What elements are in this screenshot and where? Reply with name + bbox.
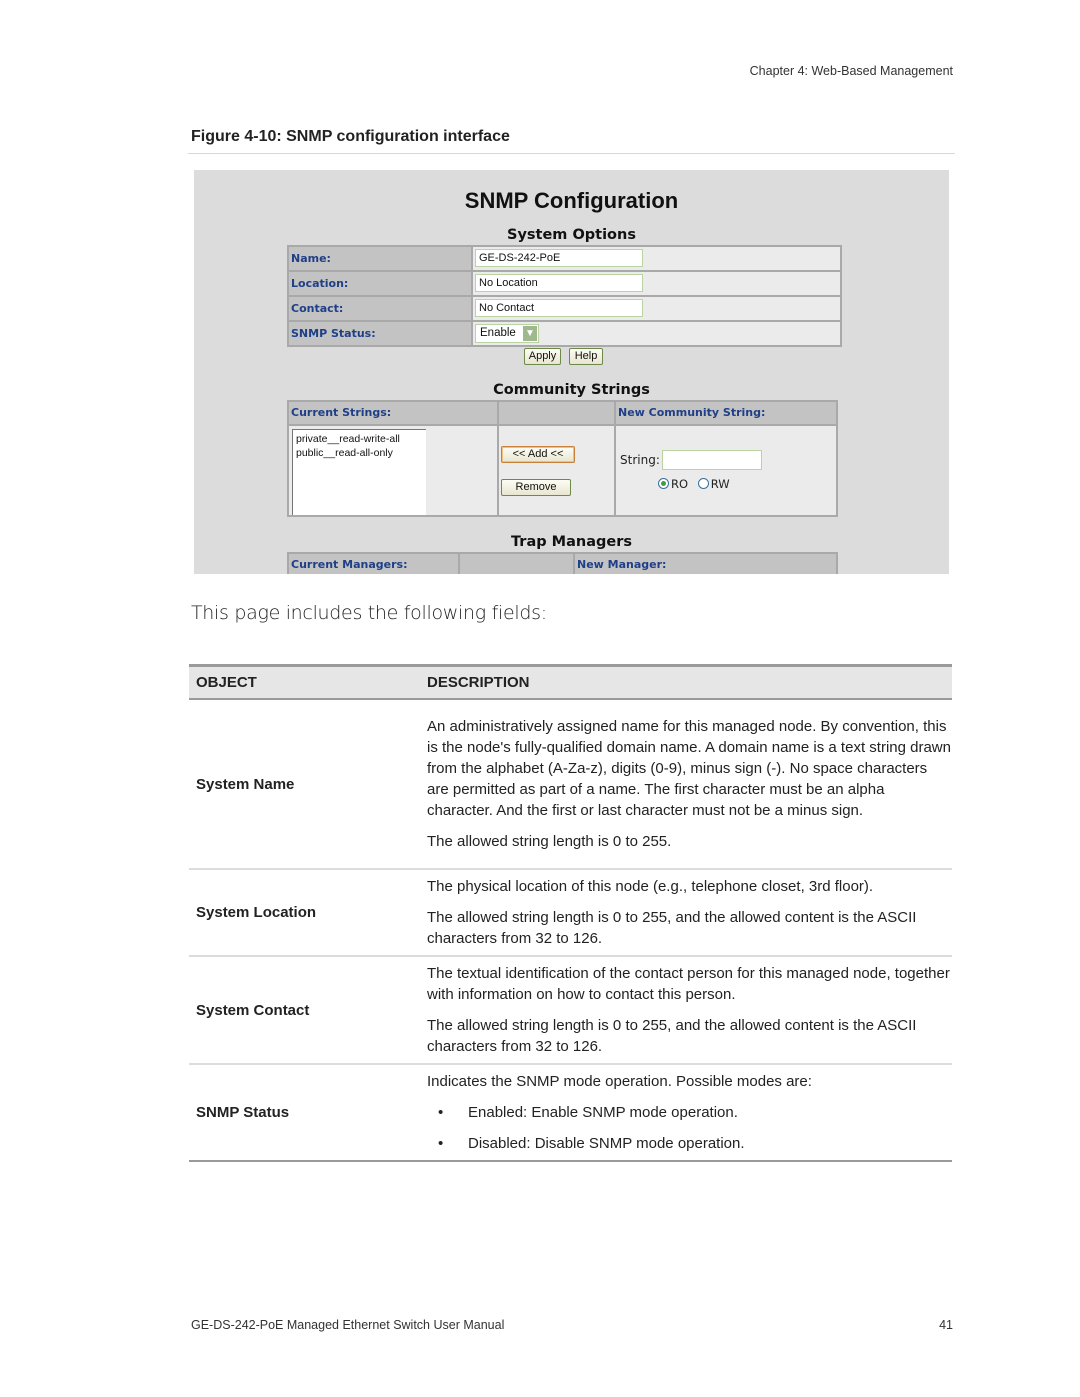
bullet-icon: •	[438, 1104, 444, 1121]
new-community-string-header: New Community String:	[616, 402, 836, 424]
object-column-header: OBJECT	[189, 664, 403, 700]
new-string-cell: String: RO RW	[616, 426, 836, 515]
figure-caption: Figure 4-10: SNMP configuration interfac…	[191, 128, 510, 145]
description-paragraph: The allowed string length is 0 to 255, a…	[427, 1017, 917, 1055]
actions-cell: << Add << Remove	[499, 426, 614, 515]
bullet-icon: •	[438, 1135, 444, 1152]
radio-ro-icon[interactable]	[658, 478, 669, 489]
radio-rw[interactable]: RW	[697, 477, 730, 491]
description-paragraph: The textual identification of the contac…	[427, 965, 950, 1003]
caption-divider	[188, 153, 955, 154]
table-row: System Location The physical location of…	[189, 869, 952, 957]
string-label: String:	[620, 453, 660, 467]
chevron-down-icon[interactable]: ▼	[523, 326, 537, 341]
remove-string-button[interactable]: Remove	[501, 479, 571, 496]
object-name: System Location	[189, 869, 403, 957]
intro-text: This page includes the following fields:	[191, 602, 547, 624]
current-managers-header: Current Managers:	[289, 554, 458, 574]
footer-manual-title: GE-DS-242-PoE Managed Ethernet Switch Us…	[191, 1318, 505, 1332]
description-paragraph: The physical location of this node (e.g.…	[427, 878, 874, 895]
table-row: SNMP Status Indicates the SNMP mode oper…	[189, 1064, 952, 1162]
snmp-status-value: Enable	[480, 327, 516, 339]
new-manager-header: New Manager:	[575, 554, 836, 574]
snmp-status-label: SNMP Status:	[289, 322, 471, 345]
mode-list-item: • Enabled: Enable SNMP mode operation.	[427, 1102, 952, 1123]
object-description: An administratively assigned name for th…	[403, 699, 952, 870]
location-input[interactable]: No Location	[475, 274, 643, 292]
chapter-header: Chapter 4: Web-Based Management	[749, 64, 953, 78]
snmp-status-row: SNMP Status: Enable ▼	[289, 322, 840, 345]
system-options-title: System Options	[507, 227, 636, 243]
description-paragraph: The allowed string length is 0 to 255, a…	[427, 909, 917, 947]
snmp-config-screenshot: SNMP Configuration System Options Name: …	[194, 170, 949, 574]
current-strings-cell: private__read-write-all public__read-all…	[289, 426, 497, 515]
location-row: Location: No Location	[289, 272, 840, 295]
mode-text: Enabled: Enable SNMP mode operation.	[468, 1104, 738, 1121]
object-name: SNMP Status	[189, 1064, 403, 1162]
system-options-table: Name: GE-DS-242-PoE Location: No Locatio…	[287, 245, 842, 347]
object-name: System Name	[189, 699, 403, 870]
table-row: System Name An administratively assigned…	[189, 699, 952, 870]
current-strings-listbox[interactable]: private__read-write-all public__read-all…	[292, 429, 426, 515]
trap-managers-title: Trap Managers	[511, 534, 632, 550]
mode-text: Disabled: Disable SNMP mode operation.	[468, 1135, 745, 1152]
add-string-button[interactable]: << Add <<	[501, 446, 575, 463]
description-paragraph: Indicates the SNMP mode operation. Possi…	[427, 1073, 812, 1090]
access-radio-group: RO RW	[658, 477, 730, 491]
table-header-row: OBJECT DESCRIPTION	[189, 664, 952, 700]
name-row: Name: GE-DS-242-PoE	[289, 247, 840, 270]
name-label: Name:	[289, 247, 471, 270]
current-strings-header: Current Strings:	[289, 402, 497, 424]
page-number: 41	[939, 1318, 953, 1332]
snmp-config-title: SNMP Configuration	[464, 188, 679, 213]
radio-rw-icon[interactable]	[697, 478, 709, 489]
radio-rw-label: RW	[710, 477, 730, 491]
community-strings-table: Current Strings: New Community String: p…	[287, 400, 838, 517]
radio-ro[interactable]: RO	[658, 477, 688, 491]
contact-input[interactable]: No Contact	[475, 299, 643, 317]
help-button[interactable]: Help	[569, 348, 603, 365]
snmp-status-select[interactable]: Enable ▼	[475, 324, 539, 343]
description-column-header: DESCRIPTION	[403, 664, 952, 700]
object-description: The textual identification of the contac…	[403, 956, 952, 1065]
mode-list-item: • Disabled: Disable SNMP mode operation.	[427, 1133, 952, 1154]
description-paragraph: An administratively assigned name for th…	[427, 718, 951, 819]
table-row: System Contact The textual identificatio…	[189, 956, 952, 1065]
location-label: Location:	[289, 272, 471, 295]
community-string-input[interactable]	[662, 450, 762, 470]
object-description: Indicates the SNMP mode operation. Possi…	[403, 1064, 952, 1162]
blank-header	[499, 402, 614, 424]
mode-list: • Enabled: Enable SNMP mode operation. • D…	[427, 1102, 952, 1154]
contact-row: Contact: No Contact	[289, 297, 840, 320]
object-description: The physical location of this node (e.g.…	[403, 869, 952, 957]
apply-button[interactable]: Apply	[524, 348, 561, 365]
trap-managers-table: Current Managers: New Manager:	[287, 552, 838, 574]
blank-header	[460, 554, 573, 574]
contact-label: Contact:	[289, 297, 471, 320]
description-paragraph: The allowed string length is 0 to 255.	[427, 833, 672, 850]
community-string-item[interactable]: private__read-write-all	[296, 432, 423, 446]
name-input[interactable]: GE-DS-242-PoE	[475, 249, 643, 267]
object-name: System Contact	[189, 956, 403, 1065]
community-strings-title: Community Strings	[493, 382, 650, 398]
fields-table: OBJECT DESCRIPTION System Name An admini…	[189, 664, 952, 1162]
radio-ro-label: RO	[671, 477, 689, 491]
community-string-item[interactable]: public__read-all-only	[296, 446, 423, 460]
